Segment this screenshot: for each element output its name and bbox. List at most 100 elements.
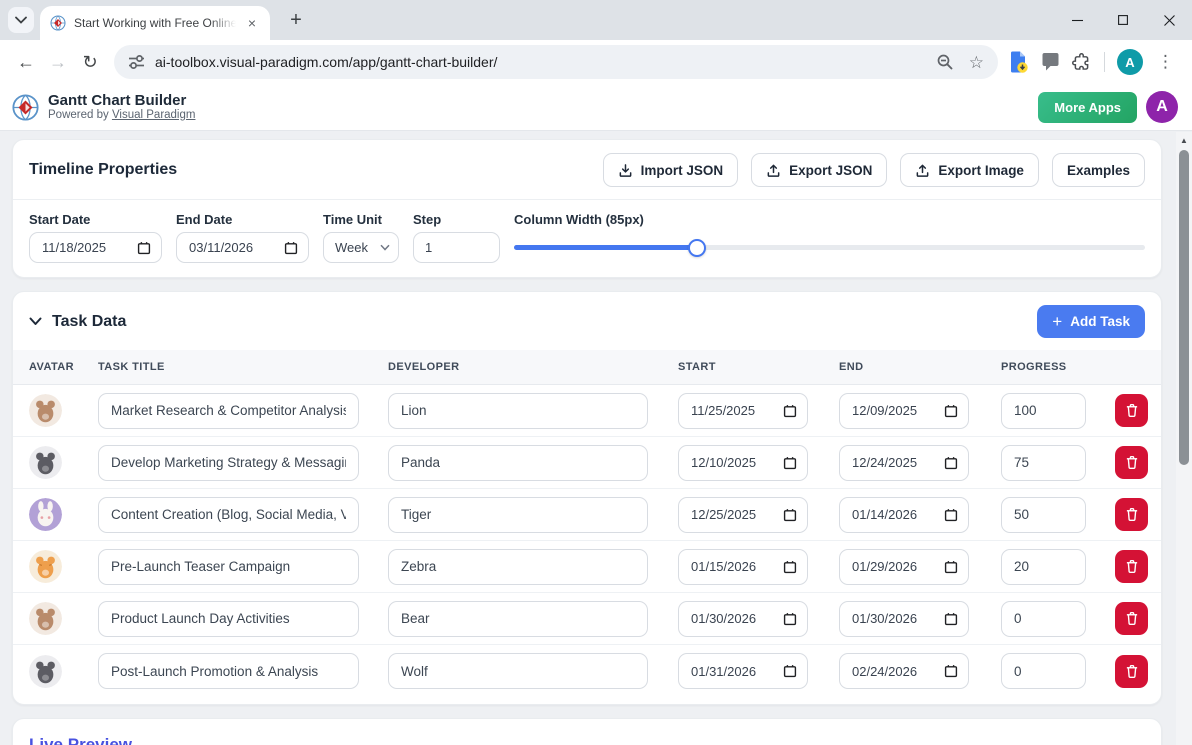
task-avatar-wolf[interactable] [29, 655, 62, 688]
calendar-icon[interactable] [944, 664, 958, 678]
progress-input[interactable] [1001, 601, 1086, 637]
address-bar[interactable]: ai-toolbox.visual-paradigm.com/app/gantt… [114, 45, 998, 79]
examples-button[interactable]: Examples [1052, 153, 1145, 187]
progress-input[interactable] [1001, 445, 1086, 481]
export-json-button[interactable]: Export JSON [751, 153, 887, 187]
task-title-input[interactable] [98, 393, 359, 429]
scrollbar-thumb[interactable] [1179, 150, 1189, 465]
end-date-input[interactable]: 03/11/2026 [176, 232, 309, 263]
calendar-icon[interactable] [783, 664, 797, 678]
start-date-input[interactable]: 11/18/2025 [29, 232, 162, 263]
new-tab-button[interactable]: + [284, 9, 308, 32]
add-task-button[interactable]: + Add Task [1037, 305, 1145, 338]
maximize-button[interactable] [1100, 0, 1146, 40]
progress-input[interactable] [1001, 549, 1086, 585]
column-width-slider-thumb[interactable] [688, 239, 706, 257]
zoom-icon[interactable] [936, 53, 954, 71]
site-settings-icon[interactable] [128, 55, 145, 69]
calendar-icon[interactable] [944, 612, 958, 626]
back-icon[interactable]: ← [10, 46, 42, 78]
close-button[interactable] [1146, 0, 1192, 40]
task-start-date-input[interactable]: 12/25/2025 [678, 497, 808, 533]
scrollbar-up-arrow[interactable]: ▲ [1176, 132, 1192, 148]
user-avatar[interactable]: A [1146, 91, 1178, 123]
task-avatar-tiger[interactable] [29, 550, 62, 583]
delete-task-button[interactable] [1115, 655, 1148, 688]
tab-search-button[interactable] [8, 7, 34, 33]
task-avatar-bear[interactable] [29, 394, 62, 427]
tab-close-icon[interactable]: × [244, 15, 260, 31]
developer-input[interactable] [388, 497, 648, 533]
bookmark-star-icon[interactable]: ☆ [969, 54, 984, 71]
developer-input[interactable] [388, 601, 648, 637]
task-end-date-input[interactable]: 01/30/2026 [839, 601, 969, 637]
developer-input[interactable] [388, 445, 648, 481]
calendar-icon[interactable] [944, 508, 958, 522]
export-image-button[interactable]: Export Image [900, 153, 1039, 187]
task-title-input[interactable] [98, 653, 359, 689]
more-apps-button[interactable]: More Apps [1038, 92, 1137, 123]
calendar-icon[interactable] [944, 456, 958, 470]
task-end-date-input[interactable]: 01/14/2026 [839, 497, 969, 533]
developer-input[interactable] [388, 393, 648, 429]
task-end-date-input[interactable]: 02/24/2026 [839, 653, 969, 689]
calendar-icon[interactable] [284, 241, 298, 255]
progress-input[interactable] [1001, 653, 1086, 689]
task-start-date-input[interactable]: 01/15/2026 [678, 549, 808, 585]
forward-icon[interactable]: → [42, 46, 74, 78]
column-width-slider[interactable] [514, 232, 1145, 263]
task-title-input[interactable] [98, 497, 359, 533]
task-start-date-input[interactable]: 11/25/2025 [678, 393, 808, 429]
developer-input[interactable] [388, 549, 648, 585]
url-text[interactable]: ai-toolbox.visual-paradigm.com/app/gantt… [155, 54, 936, 70]
calendar-icon[interactable] [137, 241, 151, 255]
calendar-icon[interactable] [783, 508, 797, 522]
trash-icon [1125, 403, 1139, 418]
slider-track[interactable] [514, 245, 1145, 250]
time-unit-select[interactable]: Week [323, 232, 399, 263]
browser-tab[interactable]: Start Working with Free Online × [40, 6, 270, 40]
step-input[interactable] [413, 232, 500, 263]
extensions-puzzle-icon[interactable] [1071, 52, 1092, 73]
page-scrollbar[interactable]: ▲ [1176, 132, 1192, 745]
calendar-icon[interactable] [783, 404, 797, 418]
task-title-input[interactable] [98, 445, 359, 481]
download-extension-icon[interactable] [1006, 50, 1030, 74]
minimize-button[interactable] [1054, 0, 1100, 40]
task-avatar-bear[interactable] [29, 602, 62, 635]
browser-menu-icon[interactable]: ⋮ [1153, 52, 1178, 72]
delete-task-button[interactable] [1115, 498, 1148, 531]
delete-task-button[interactable] [1115, 550, 1148, 583]
calendar-icon[interactable] [944, 404, 958, 418]
delete-task-button[interactable] [1115, 446, 1148, 479]
visual-paradigm-link[interactable]: Visual Paradigm [112, 109, 196, 121]
task-avatar-wolf[interactable] [29, 446, 62, 479]
calendar-icon[interactable] [783, 456, 797, 470]
import-json-button[interactable]: Import JSON [603, 153, 739, 187]
task-start-date-input[interactable]: 01/31/2026 [678, 653, 808, 689]
task-avatar-rabbit[interactable] [29, 498, 62, 531]
task-end-date-input[interactable]: 01/29/2026 [839, 549, 969, 585]
delete-task-button[interactable] [1115, 394, 1148, 427]
chat-extension-icon[interactable] [1040, 52, 1061, 73]
calendar-icon[interactable] [944, 560, 958, 574]
progress-input[interactable] [1001, 393, 1086, 429]
task-end-date-input[interactable]: 12/09/2025 [839, 393, 969, 429]
task-title-input[interactable] [98, 601, 359, 637]
calendar-icon[interactable] [783, 560, 797, 574]
reload-icon[interactable]: ↻ [74, 46, 106, 78]
progress-input[interactable] [1001, 497, 1086, 533]
developer-input[interactable] [388, 653, 648, 689]
task-start-date-input[interactable]: 01/30/2026 [678, 601, 808, 637]
task-start-date-input[interactable]: 12/10/2025 [678, 445, 808, 481]
column-width-label: Column Width (85px) [514, 212, 1145, 227]
browser-profile-avatar[interactable]: A [1117, 49, 1143, 75]
task-row: 12/10/2025 12/24/2025 [13, 437, 1161, 489]
collapse-chevron-icon[interactable] [29, 317, 42, 326]
column-header-task-title: TASK TITLE [98, 361, 388, 373]
task-end-date-input[interactable]: 12/24/2025 [839, 445, 969, 481]
delete-task-button[interactable] [1115, 602, 1148, 635]
task-title-input[interactable] [98, 549, 359, 585]
end-date-label: End Date [176, 212, 309, 227]
calendar-icon[interactable] [783, 612, 797, 626]
